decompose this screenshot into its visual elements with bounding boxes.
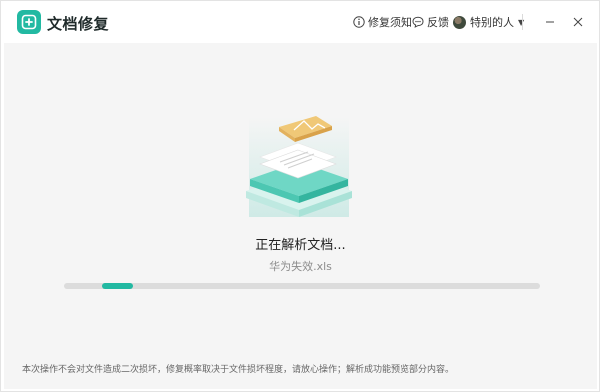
titlebar-divider [522,14,523,30]
close-button[interactable] [570,14,586,30]
app-title: 文档修复 [47,15,110,33]
info-icon [353,16,365,28]
close-icon [573,17,583,27]
help-label: 修复须知 [368,16,412,29]
chat-icon [412,16,424,28]
app-logo-icon [17,10,41,34]
feedback-button[interactable]: 反馈 [412,14,449,30]
app-window: 文档修复 修复须知 反馈 特别的人 正在解析文档... 华为失效.xls 本次操… [0,0,600,392]
status-text: 正在解析文档... [255,238,346,253]
feedback-label: 反馈 [427,16,449,29]
progress-bar [64,283,540,289]
main-panel: 正在解析文档... 华为失效.xls 本次操作不会对文件造成二次损坏，修复概率取… [4,43,597,389]
minimize-icon [546,21,554,23]
file-name: 华为失效.xls [269,260,332,273]
document-parsing-illustration [246,116,352,217]
footer-note: 本次操作不会对文件造成二次损坏，修复概率取决于文件损坏程度，请放心操作；解析成功… [22,365,455,375]
title-bar: 文档修复 修复须知 反馈 特别的人 [1,1,599,43]
avatar [453,15,466,29]
progress-fill [102,283,134,289]
help-button[interactable]: 修复须知 [353,14,412,30]
user-menu[interactable]: 特别的人 ▼ [453,14,524,30]
user-name: 特别的人 [470,16,514,29]
minimize-button[interactable] [542,14,558,30]
